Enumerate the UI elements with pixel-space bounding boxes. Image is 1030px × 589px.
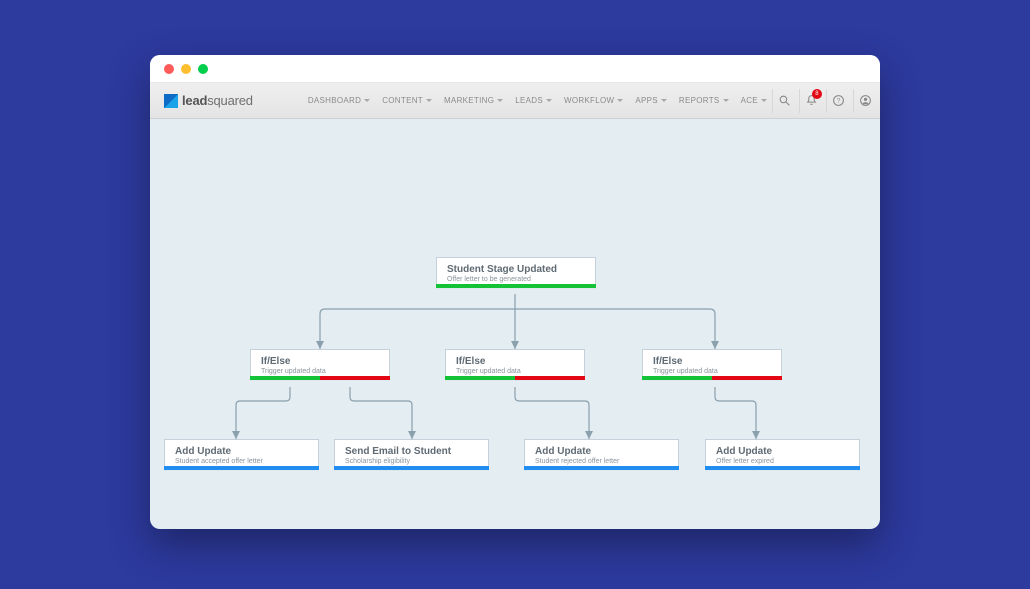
svg-text:?: ? xyxy=(837,98,841,105)
node-subtitle: Offer letter to be generated xyxy=(447,276,585,283)
workflow-node-ifelse[interactable]: If/Else Trigger updated data xyxy=(250,349,390,380)
nav-marketing[interactable]: MARKETING xyxy=(439,92,508,109)
workflow-node-action[interactable]: Add Update Student accepted offer letter xyxy=(164,439,319,470)
node-title: If/Else xyxy=(653,356,771,367)
nav-items: DASHBOARD CONTENT MARKETING LEADS WORKFL… xyxy=(303,92,772,109)
chevron-down-icon xyxy=(426,99,432,102)
workflow-node-ifelse[interactable]: If/Else Trigger updated data xyxy=(642,349,782,380)
search-button[interactable] xyxy=(772,89,796,113)
workflow-node-action[interactable]: Send Email to Student Scholarship eligib… xyxy=(334,439,489,470)
node-subtitle: Trigger updated data xyxy=(261,368,379,375)
window-titlebar xyxy=(150,55,880,83)
logo-text: leadsquared xyxy=(182,93,253,108)
node-subtitle: Student rejected offer letter xyxy=(535,458,668,465)
user-icon xyxy=(859,94,872,107)
notifications-button[interactable]: 8 xyxy=(799,89,823,113)
nav-ace[interactable]: ACE xyxy=(736,92,772,109)
app-window: leadsquared DASHBOARD CONTENT MARKETING … xyxy=(150,55,880,529)
nav-workflow[interactable]: WORKFLOW xyxy=(559,92,628,109)
node-subtitle: Offer letter expired xyxy=(716,458,849,465)
chevron-down-icon xyxy=(723,99,729,102)
node-subtitle: Trigger updated data xyxy=(456,368,574,375)
chevron-down-icon xyxy=(497,99,503,102)
nav-content[interactable]: CONTENT xyxy=(377,92,437,109)
workflow-canvas[interactable]: Student Stage Updated Offer letter to be… xyxy=(150,119,880,529)
help-icon: ? xyxy=(832,94,845,107)
node-subtitle: Trigger updated data xyxy=(653,368,771,375)
nav-dashboard[interactable]: DASHBOARD xyxy=(303,92,375,109)
chevron-down-icon xyxy=(546,99,552,102)
nav-right: 8 ? xyxy=(772,89,877,113)
workflow-node-action[interactable]: Add Update Offer letter expired xyxy=(705,439,860,470)
node-title: Send Email to Student xyxy=(345,446,478,457)
chevron-down-icon xyxy=(761,99,767,102)
chevron-down-icon xyxy=(661,99,667,102)
nav-leads[interactable]: LEADS xyxy=(510,92,557,109)
node-title: Student Stage Updated xyxy=(447,264,585,275)
workflow-node-trigger[interactable]: Student Stage Updated Offer letter to be… xyxy=(436,257,596,288)
node-subtitle: Student accepted offer letter xyxy=(175,458,308,465)
top-nav: leadsquared DASHBOARD CONTENT MARKETING … xyxy=(150,83,880,119)
node-title: If/Else xyxy=(261,356,379,367)
nav-reports[interactable]: REPORTS xyxy=(674,92,734,109)
search-icon xyxy=(778,94,791,107)
minimize-dot[interactable] xyxy=(181,64,191,74)
help-button[interactable]: ? xyxy=(826,89,850,113)
node-subtitle: Scholarship eligibility xyxy=(345,458,478,465)
maximize-dot[interactable] xyxy=(198,64,208,74)
notification-badge: 8 xyxy=(812,89,822,99)
workflow-node-ifelse[interactable]: If/Else Trigger updated data xyxy=(445,349,585,380)
workflow-node-action[interactable]: Add Update Student rejected offer letter xyxy=(524,439,679,470)
node-title: Add Update xyxy=(716,446,849,457)
chevron-down-icon xyxy=(617,99,623,102)
node-title: Add Update xyxy=(175,446,308,457)
nav-apps[interactable]: APPS xyxy=(630,92,672,109)
node-title: Add Update xyxy=(535,446,668,457)
logo-mark-icon xyxy=(164,94,178,108)
logo[interactable]: leadsquared xyxy=(164,93,253,108)
chevron-down-icon xyxy=(364,99,370,102)
close-dot[interactable] xyxy=(164,64,174,74)
node-title: If/Else xyxy=(456,356,574,367)
profile-button[interactable] xyxy=(853,89,877,113)
